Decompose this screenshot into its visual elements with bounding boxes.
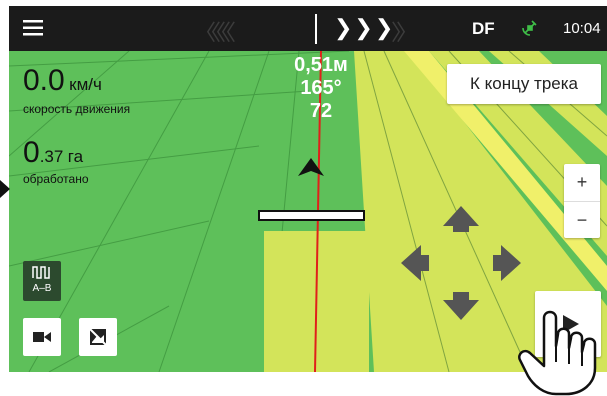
area-label: обработано <box>23 172 89 186</box>
area-value: 0 <box>23 136 40 169</box>
zoom-control: + − <box>564 164 600 238</box>
pan-down-icon <box>443 292 479 320</box>
pan-up-icon <box>443 206 479 232</box>
deviation-value: 0,51м <box>294 54 348 76</box>
speed-value: 0.0 <box>23 64 65 97</box>
satellite-icon <box>522 20 537 36</box>
camera-button[interactable] <box>23 318 61 356</box>
area-metric: 0.37 га <box>23 136 83 170</box>
correction-source: DF <box>472 19 495 38</box>
zigzag-track-icon <box>32 266 50 279</box>
pan-left-icon <box>401 245 429 281</box>
pass-count: 72 <box>309 100 333 122</box>
area-unit: га <box>67 147 84 166</box>
no-photo-icon <box>89 328 107 346</box>
no-photo-button[interactable] <box>79 318 117 356</box>
guidance-left-chevrons: 〈〈〈〈〈 <box>194 20 236 45</box>
pan-right-icon <box>493 245 521 281</box>
speed-metric: 0.0 км/ч <box>23 64 102 98</box>
zoom-out-button[interactable]: − <box>564 201 600 239</box>
guidance-right-faded-chevrons: 〉〉 <box>391 20 418 45</box>
to-track-end-label: К концу трека <box>469 74 579 93</box>
hamburger-icon[interactable] <box>23 19 45 37</box>
speed-unit: км/ч <box>69 75 102 94</box>
clock: 10:04 <box>563 20 601 37</box>
pan-controls <box>401 206 521 320</box>
speed-label: скорость движения <box>23 102 131 116</box>
tap-hand-icon <box>518 310 597 396</box>
ab-mode-button[interactable]: A–B <box>23 261 61 301</box>
to-track-end-button[interactable]: К концу трека <box>447 64 601 104</box>
top-bar: 〈〈〈〈〈 ❯❯❯ 〉〉 DF 10:04 <box>9 6 607 51</box>
guidance-readout: 0,51м 165° 72 <box>271 54 371 123</box>
ab-mode-label: A–B <box>32 283 52 294</box>
implement-bar <box>258 210 365 221</box>
guidance-center-marker <box>315 14 317 44</box>
camera-icon <box>33 332 51 342</box>
guidance-right-chevrons: ❯❯❯ <box>334 15 396 40</box>
expand-panel-arrow-icon[interactable] <box>0 180 10 198</box>
zoom-in-button[interactable]: + <box>564 164 600 201</box>
area-decimal: .37 <box>39 147 64 166</box>
heading-value: 165° <box>300 77 342 99</box>
